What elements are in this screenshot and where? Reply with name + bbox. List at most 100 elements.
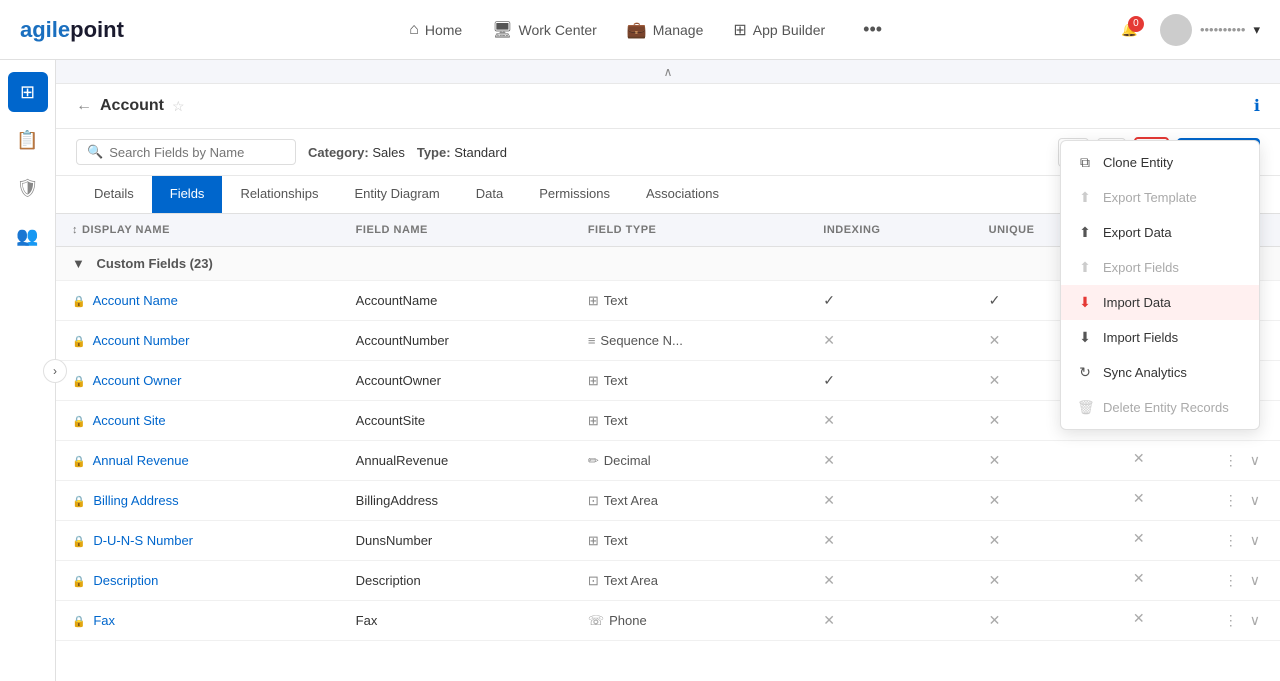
nav-manage[interactable]: 💼 Manage <box>627 20 704 40</box>
row-expand-button[interactable]: ∨ <box>1246 610 1264 631</box>
info-button[interactable]: ℹ <box>1254 96 1260 116</box>
menu-item-import-data[interactable]: ⬇ Import Data <box>1061 285 1259 320</box>
field-display-name-link[interactable]: Account Number <box>93 333 190 348</box>
menu-item-sync-analytics[interactable]: ↻ Sync Analytics <box>1061 355 1259 390</box>
lock-icon: 🔒 <box>72 456 86 468</box>
row-more-button[interactable]: ⋮ <box>1220 530 1242 551</box>
row-more-button[interactable]: ⋮ <box>1220 450 1242 471</box>
menu-item-label: Export Template <box>1103 190 1197 205</box>
nav-home[interactable]: ⌂ Home <box>409 21 462 39</box>
cell-field-type: ⊡ Text Area <box>572 481 807 521</box>
tab-permissions[interactable]: Permissions <box>521 176 628 213</box>
more-nav-button[interactable]: ••• <box>855 15 890 44</box>
copy-icon: ⧉ <box>1077 154 1093 171</box>
x-icon: ✕ <box>989 452 1001 468</box>
row-expand-button[interactable]: ∨ <box>1246 530 1264 551</box>
menu-item-export-fields: ⬆ Export Fields <box>1061 250 1259 285</box>
x-icon: ✕ <box>1133 490 1145 506</box>
collapse-bar[interactable]: ∧ <box>56 60 1280 84</box>
cell-display-name: 🔒 Account Owner <box>56 361 340 401</box>
field-display-name-link[interactable]: Account Name <box>93 293 178 308</box>
top-nav: agilepoint ⌂ Home 🖥 Work Center 💼 Manage… <box>0 0 1280 60</box>
menu-item-label: Import Data <box>1103 295 1171 310</box>
x-icon: ✕ <box>823 492 835 508</box>
x-icon: ✕ <box>823 572 835 588</box>
menu-item-clone-entity[interactable]: ⧉ Clone Entity <box>1061 145 1259 180</box>
user-area[interactable]: •••••••••• ▾ <box>1160 14 1260 46</box>
lock-icon: 🔒 <box>72 336 86 348</box>
row-expand-button[interactable]: ∨ <box>1246 570 1264 591</box>
cell-unique: ✕ <box>973 441 1117 481</box>
field-display-name-link[interactable]: Fax <box>93 613 115 628</box>
group-expand-icon[interactable]: ▼ <box>72 256 85 271</box>
cell-indexing: ✕ <box>807 521 972 561</box>
tab-details[interactable]: Details <box>76 176 152 213</box>
nav-app-builder-label: App Builder <box>753 22 825 38</box>
field-display-name-link[interactable]: Account Owner <box>93 373 182 388</box>
tab-data[interactable]: Data <box>458 176 521 213</box>
cell-field-type: ⊡ Text Area <box>572 561 807 601</box>
favorite-button[interactable]: ☆ <box>172 98 185 115</box>
row-more-button[interactable]: ⋮ <box>1220 610 1242 631</box>
cell-field-name: AccountName <box>340 281 572 321</box>
apps-icon: ⊞ <box>733 20 746 40</box>
table-row: 🔒 D-U-N-S Number DunsNumber ⊞ Text ✕ ✕ ✕… <box>56 521 1280 561</box>
sidebar-expand-button[interactable]: › <box>43 359 67 383</box>
cell-indexing: ✕ <box>807 401 972 441</box>
cell-unique: ✕ <box>973 561 1117 601</box>
table-row: 🔒 Fax Fax ☏ Phone ✕ ✕ ✕ ⋮ ∨ <box>56 601 1280 641</box>
sidebar-icon-doc[interactable]: 📋 <box>8 120 48 160</box>
cell-field-name: AccountSite <box>340 401 572 441</box>
cell-display-name: 🔒 Annual Revenue <box>56 441 340 481</box>
check-icon: ✓ <box>823 292 835 308</box>
row-expand-button[interactable]: ∨ <box>1246 450 1264 471</box>
cell-display-name: 🔒 Description <box>56 561 340 601</box>
cell-field-type: ≡ Sequence N... <box>572 321 807 361</box>
briefcase-icon: 💼 <box>627 20 647 40</box>
cell-indexing: ✕ <box>807 561 972 601</box>
col-indexing: INDEXING <box>807 214 972 247</box>
cell-mandatory: ✕ ⋮ ∨ <box>1117 481 1280 521</box>
monitor-icon: 🖥 <box>492 20 512 40</box>
row-expand-button[interactable]: ∨ <box>1246 490 1264 511</box>
logo: agilepoint <box>20 17 124 43</box>
field-display-name-link[interactable]: Annual Revenue <box>93 453 189 468</box>
row-more-button[interactable]: ⋮ <box>1220 570 1242 591</box>
cell-field-name: BillingAddress <box>340 481 572 521</box>
tab-fields[interactable]: Fields <box>152 176 223 213</box>
x-icon: ✕ <box>989 492 1001 508</box>
cell-field-name: Description <box>340 561 572 601</box>
menu-item-export-data[interactable]: ⬆ Export Data <box>1061 215 1259 250</box>
sidebar-icon-users[interactable]: 👥 <box>8 216 48 256</box>
cell-field-type: ⊞ Text <box>572 361 807 401</box>
x-icon: ✕ <box>989 572 1001 588</box>
notification-button[interactable]: 🔔 0 <box>1115 16 1144 44</box>
nav-work-center[interactable]: 🖥 Work Center <box>492 20 597 40</box>
x-icon: ✕ <box>989 372 1001 388</box>
tab-entity-diagram[interactable]: Entity Diagram <box>336 176 457 213</box>
row-more-button[interactable]: ⋮ <box>1220 490 1242 511</box>
back-button[interactable]: ← <box>76 97 92 115</box>
col-field-type: FIELD TYPE <box>572 214 807 247</box>
field-display-name-link[interactable]: Account Site <box>93 413 166 428</box>
sidebar-icon-shield[interactable]: 🛡 <box>8 168 48 208</box>
field-display-name-link[interactable]: D-U-N-S Number <box>93 533 193 548</box>
x-icon: ✕ <box>823 452 835 468</box>
type-icon: ≡ <box>588 333 596 348</box>
category-filter: Category: Sales <box>308 145 405 160</box>
tab-relationships[interactable]: Relationships <box>222 176 336 213</box>
page-title-area: ← Account ☆ <box>76 97 185 115</box>
sidebar-icon-grid[interactable]: ⊞ <box>8 72 48 112</box>
tab-associations[interactable]: Associations <box>628 176 737 213</box>
menu-item-import-fields[interactable]: ⬇ Import Fields <box>1061 320 1259 355</box>
chevron-down-icon: ▾ <box>1253 22 1260 38</box>
field-display-name-link[interactable]: Billing Address <box>93 493 178 508</box>
lock-icon: 🔒 <box>72 296 86 308</box>
field-display-name-link[interactable]: Description <box>93 573 158 588</box>
search-input[interactable] <box>109 145 285 160</box>
nav-app-builder[interactable]: ⊞ App Builder <box>733 20 825 40</box>
x-icon: ✕ <box>823 612 835 628</box>
trash-icon: 🗑 <box>1077 399 1093 416</box>
type-icon: ⊞ <box>588 373 599 389</box>
cell-field-name: Fax <box>340 601 572 641</box>
